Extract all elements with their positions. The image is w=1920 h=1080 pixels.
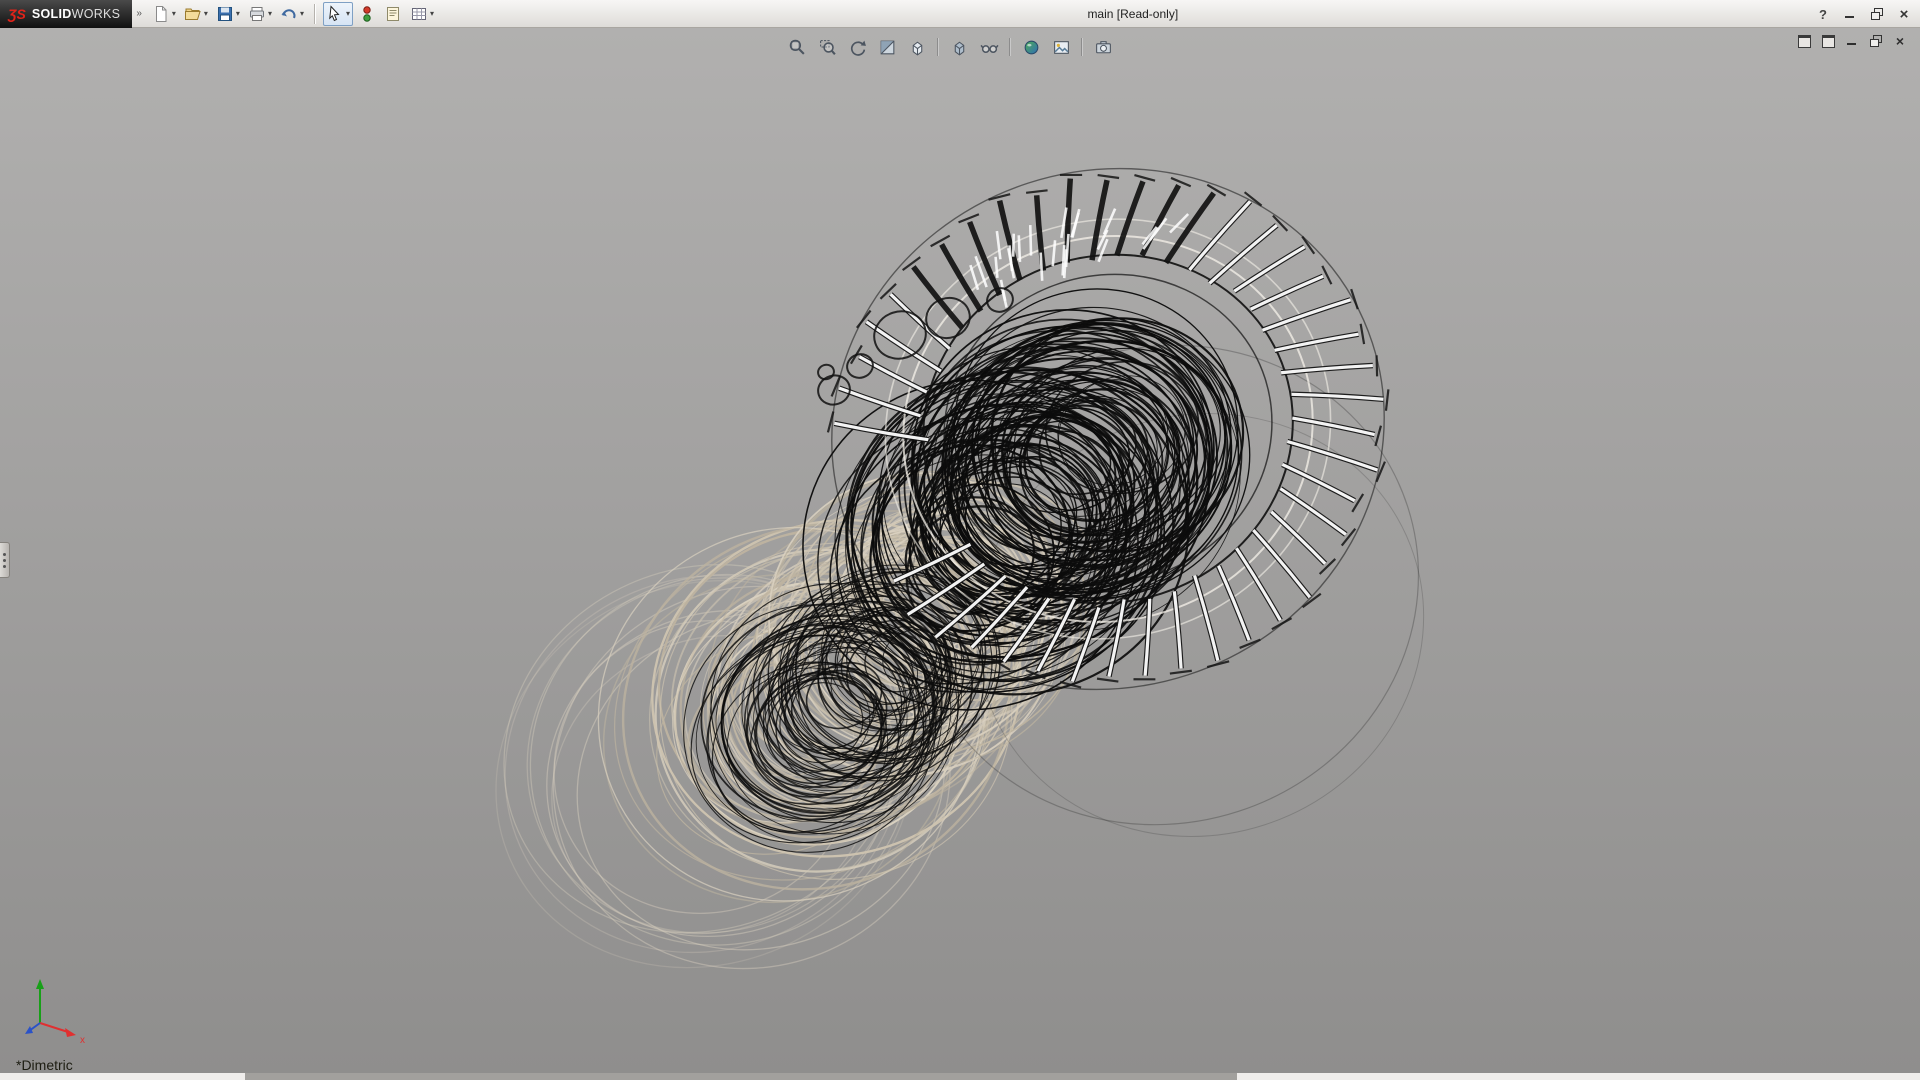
print-button[interactable]: ▾	[245, 2, 275, 26]
edit-appearance-ball-icon	[1022, 38, 1041, 57]
new-document-icon	[152, 5, 170, 23]
undo-button[interactable]: ▾	[277, 2, 307, 26]
previous-view-button[interactable]	[844, 34, 870, 60]
section-view-icon	[878, 38, 897, 57]
grip-dot	[3, 565, 6, 568]
dropdown-arrow-icon[interactable]: ▾	[236, 9, 240, 18]
options-grid-icon	[410, 5, 428, 23]
open-button[interactable]: ▾	[181, 2, 211, 26]
properties-note-icon	[384, 5, 402, 23]
undo-icon	[280, 5, 298, 23]
options-button[interactable]: ▾	[407, 2, 437, 26]
window-icon	[1822, 35, 1835, 48]
previous-view-icon	[848, 38, 867, 57]
hide-show-items-button[interactable]	[976, 34, 1002, 60]
view-settings-camera-icon	[1094, 38, 1113, 57]
edit-appearance-button[interactable]	[1018, 34, 1044, 60]
properties-button[interactable]	[381, 2, 405, 26]
dropdown-arrow-icon[interactable]: ▾	[346, 9, 350, 18]
jet-engine-wireframe-model	[0, 28, 1920, 1073]
display-style-cube-icon	[950, 38, 969, 57]
select-cursor-icon	[326, 5, 344, 23]
select-button[interactable]: ▾	[323, 2, 353, 26]
selection-filter-button[interactable]	[355, 2, 379, 26]
toolbar-separator	[314, 4, 316, 24]
restore-icon	[1871, 8, 1883, 20]
section-view-button[interactable]	[874, 34, 900, 60]
dropdown-arrow-icon[interactable]: ▾	[204, 9, 208, 18]
3ds-logo-icon: ƷS	[8, 6, 26, 22]
print-icon	[248, 5, 266, 23]
display-style-button[interactable]	[946, 34, 972, 60]
restore-window-button[interactable]	[1869, 6, 1885, 22]
help-button[interactable]: ?	[1815, 6, 1831, 22]
save-icon	[216, 5, 234, 23]
document-title: main [Read-only]	[1087, 7, 1178, 21]
view-settings-button[interactable]	[1090, 34, 1116, 60]
taskbar-edge-segment	[245, 1073, 1237, 1080]
doc-close-button[interactable]: ×	[1892, 34, 1908, 48]
zoom-to-area-icon	[818, 38, 837, 57]
featuremanager-collapsed-tab[interactable]	[0, 542, 10, 578]
grip-dot	[3, 553, 6, 556]
doc-minimize-button[interactable]	[1844, 34, 1860, 48]
graphics-area[interactable]: × x *Dimetric	[0, 28, 1920, 1073]
toolbar-expander-icon[interactable]: »	[136, 8, 142, 19]
orientation-triad: x	[16, 969, 96, 1047]
close-window-button[interactable]: ×	[1896, 6, 1912, 22]
taskbar-edge	[0, 1073, 1920, 1080]
apply-scene-button[interactable]	[1048, 34, 1074, 60]
zoom-to-fit-button[interactable]	[784, 34, 810, 60]
selection-filter-icon	[358, 5, 376, 23]
new-document-button[interactable]: ▾	[149, 2, 179, 26]
doc-restore-button[interactable]	[1868, 34, 1884, 48]
next-window-button[interactable]	[1820, 34, 1836, 48]
dropdown-arrow-icon[interactable]: ▾	[172, 9, 176, 18]
save-button[interactable]: ▾	[213, 2, 243, 26]
zoom-to-fit-icon	[788, 38, 807, 57]
restore-icon	[1870, 35, 1882, 47]
headsup-separator	[1009, 38, 1011, 56]
previous-window-button[interactable]	[1796, 34, 1812, 48]
minimize-icon	[1845, 9, 1855, 19]
view-orientation-button[interactable]	[904, 34, 930, 60]
zoom-to-area-button[interactable]	[814, 34, 840, 60]
logo-text-bold: SOLID	[32, 7, 72, 21]
headsup-separator	[1081, 38, 1083, 56]
open-folder-icon	[184, 5, 202, 23]
minimize-icon	[1847, 36, 1857, 46]
main-toolbar: ▾ ▾ ▾	[149, 2, 437, 26]
window-icon	[1798, 35, 1811, 48]
triad-x-label: x	[80, 1035, 85, 1046]
dropdown-arrow-icon[interactable]: ▾	[300, 9, 304, 18]
dropdown-arrow-icon[interactable]: ▾	[268, 9, 272, 18]
hide-show-glasses-icon	[980, 38, 999, 57]
solidworks-logo: ƷS SOLIDWORKS	[0, 0, 132, 28]
view-orientation-cube-icon	[908, 38, 927, 57]
view-orientation-label: *Dimetric	[16, 1057, 73, 1073]
titlebar: ƷS SOLIDWORKS » ▾ ▾	[0, 0, 1920, 28]
window-controls: ? ×	[1815, 0, 1912, 28]
logo-text-light: WORKS	[72, 7, 121, 21]
headsup-separator	[937, 38, 939, 56]
dropdown-arrow-icon[interactable]: ▾	[430, 9, 434, 18]
minimize-window-button[interactable]	[1842, 6, 1858, 22]
apply-scene-icon	[1052, 38, 1071, 57]
grip-dot	[3, 559, 6, 562]
heads-up-toolbar	[778, 32, 1122, 62]
document-window-controls: ×	[1796, 34, 1908, 48]
